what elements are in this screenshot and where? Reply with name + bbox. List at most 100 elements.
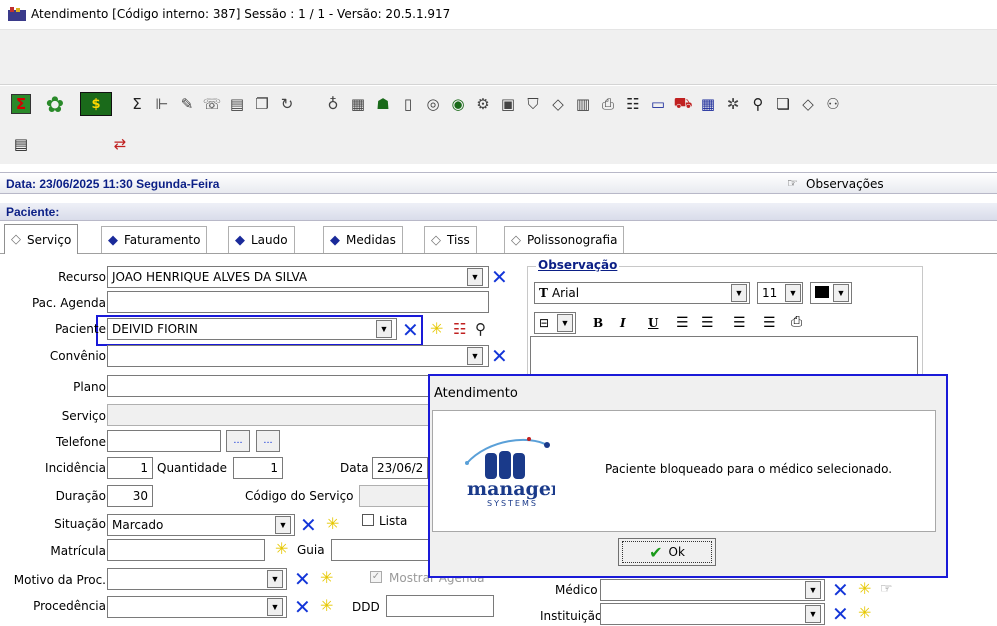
- disc-icon[interactable]: ◎: [423, 94, 443, 114]
- eraser-icon[interactable]: ◇: [548, 94, 568, 114]
- chevron-down-icon[interactable]: ▼: [267, 598, 283, 616]
- swap-icon[interactable]: ⇄: [110, 134, 130, 154]
- chevron-down-icon[interactable]: ▼: [785, 284, 801, 302]
- matricula-input[interactable]: [107, 539, 265, 561]
- duracao-input[interactable]: 30: [107, 485, 153, 507]
- mostrar-agenda-checkbox[interactable]: ✓: [370, 571, 382, 583]
- clear-convenio-icon[interactable]: ✕: [491, 346, 508, 366]
- brush-icon[interactable]: ✎: [177, 94, 197, 114]
- align-left-icon[interactable]: ☰: [676, 314, 689, 331]
- grid-icon[interactable]: ▦: [348, 94, 368, 114]
- gear-icon[interactable]: ⚙: [473, 94, 493, 114]
- italic-button[interactable]: I: [620, 316, 626, 330]
- printer-icon[interactable]: ⎙: [598, 94, 618, 114]
- disc2-icon[interactable]: ◉: [448, 94, 468, 114]
- tab-tiss[interactable]: ◇ Tiss: [424, 226, 477, 253]
- new-sun-icon[interactable]: ✳: [320, 570, 333, 588]
- tab-polissonografia[interactable]: ◇ Polissonografia: [504, 226, 625, 253]
- chevron-down-icon[interactable]: ▼: [275, 516, 291, 534]
- data-input[interactable]: 23/06/2: [372, 457, 428, 479]
- telefone-lookup2-button[interactable]: ...: [256, 430, 280, 452]
- chevron-down-icon[interactable]: ▼: [467, 268, 483, 286]
- guia-input[interactable]: [331, 539, 429, 561]
- device-icon[interactable]: ▤: [227, 94, 247, 114]
- new-sun-icon[interactable]: ✳: [275, 541, 288, 559]
- stamp-icon[interactable]: ♁: [323, 94, 343, 114]
- recurso-select[interactable]: JOAO HENRIQUE ALVES DA SILVA: [107, 266, 489, 288]
- font-name-select[interactable]: T Arial: [534, 282, 750, 304]
- help-icon[interactable]: ⚇: [823, 94, 843, 114]
- shield-icon[interactable]: ⛉: [523, 94, 543, 114]
- pages-icon[interactable]: ❏: [773, 94, 793, 114]
- book-icon[interactable]: ▣: [498, 94, 518, 114]
- clear-instituicao-icon[interactable]: ✕: [832, 604, 849, 624]
- money-tree-icon[interactable]: ✿: [38, 90, 72, 120]
- car-icon[interactable]: ⛟: [673, 94, 693, 114]
- doc-icon[interactable]: ▯: [398, 94, 418, 114]
- ddd-input[interactable]: [386, 595, 494, 617]
- medico-select[interactable]: [600, 579, 825, 601]
- zoom-doc-icon[interactable]: ⚲: [748, 94, 768, 114]
- window-icon[interactable]: ▭: [648, 94, 668, 114]
- quantidade-input[interactable]: 1: [233, 457, 283, 479]
- tab-medidas[interactable]: ◆ Medidas: [323, 226, 403, 253]
- chevron-down-icon[interactable]: ▼: [731, 284, 747, 302]
- pointer-hand-icon[interactable]: ☞: [880, 580, 893, 597]
- situacao-select[interactable]: Marcado: [107, 514, 295, 536]
- copy-icon[interactable]: ❐: [252, 94, 272, 114]
- new-sun-icon[interactable]: ✳: [326, 516, 339, 534]
- underline-button[interactable]: U: [648, 316, 658, 330]
- align-center-icon[interactable]: ☰: [701, 314, 714, 331]
- zoom-doc-icon[interactable]: ⚲: [475, 320, 486, 338]
- tab-laudo[interactable]: ◆ Laudo: [228, 226, 295, 253]
- doc-copy-icon[interactable]: ▤: [11, 134, 31, 154]
- tree-icon[interactable]: ⊩: [152, 94, 172, 114]
- tab-servico[interactable]: ◇ Serviço: [4, 224, 79, 254]
- clear-procedencia-icon[interactable]: ✕: [294, 597, 311, 617]
- columns-icon[interactable]: ▥: [573, 94, 593, 114]
- people-icon[interactable]: ☗: [373, 94, 393, 114]
- calendar-icon[interactable]: ▦: [698, 94, 718, 114]
- person-doc-icon[interactable]: ☷: [623, 94, 643, 114]
- paciente-select[interactable]: DEIVID FIORIN: [107, 318, 397, 340]
- printer-icon[interactable]: ⎙: [791, 313, 802, 330]
- clear-recurso-icon[interactable]: ✕: [491, 267, 508, 287]
- telefone-lookup-button[interactable]: ...: [226, 430, 250, 452]
- sigma-box-icon[interactable]: Σ: [11, 94, 31, 114]
- new-sun-icon[interactable]: ✳: [320, 598, 333, 616]
- procedencia-select[interactable]: [107, 596, 287, 618]
- new-sun-icon[interactable]: ✳: [858, 605, 871, 623]
- codigo-servico-input[interactable]: [359, 485, 429, 507]
- tab-faturamento[interactable]: ◆ Faturamento: [101, 226, 208, 253]
- motivo-proc-select[interactable]: [107, 568, 287, 590]
- phone-icon[interactable]: ☏: [202, 94, 222, 114]
- eraser2-icon[interactable]: ◇: [798, 94, 818, 114]
- clear-paciente-icon[interactable]: ✕: [402, 320, 419, 340]
- patient-card-icon[interactable]: ☷: [453, 320, 466, 338]
- chevron-down-icon[interactable]: ▼: [805, 581, 821, 599]
- incidencia-input[interactable]: 1: [107, 457, 153, 479]
- cash-icon[interactable]: $: [80, 92, 112, 116]
- ok-button[interactable]: ✔ Ok: [618, 538, 716, 566]
- chevron-down-icon[interactable]: ▼: [557, 314, 573, 332]
- new-sun-icon[interactable]: ✳: [430, 321, 443, 339]
- chevron-down-icon[interactable]: ▼: [467, 347, 483, 365]
- pac-agenda-input[interactable]: [107, 291, 489, 313]
- bug-icon[interactable]: ✲: [723, 94, 743, 114]
- bold-button[interactable]: B: [593, 316, 603, 330]
- align-right-icon[interactable]: ☰: [763, 314, 776, 331]
- chevron-down-icon[interactable]: ▼: [267, 570, 283, 588]
- observacoes-link[interactable]: Observações: [806, 177, 884, 191]
- plano-select[interactable]: [107, 375, 437, 397]
- align-justify-icon[interactable]: ☰: [733, 314, 746, 331]
- convenio-select[interactable]: [107, 345, 489, 367]
- refresh-icon[interactable]: ↻: [277, 94, 297, 114]
- servico-field[interactable]: [107, 404, 437, 426]
- chevron-down-icon[interactable]: ▼: [833, 284, 849, 302]
- chevron-down-icon[interactable]: ▼: [805, 605, 821, 623]
- telefone-input[interactable]: [107, 430, 221, 452]
- clear-motivo-icon[interactable]: ✕: [294, 569, 311, 589]
- sigma-icon[interactable]: Σ: [127, 94, 147, 114]
- lista-checkbox[interactable]: [362, 514, 374, 526]
- new-sun-icon[interactable]: ✳: [858, 581, 871, 599]
